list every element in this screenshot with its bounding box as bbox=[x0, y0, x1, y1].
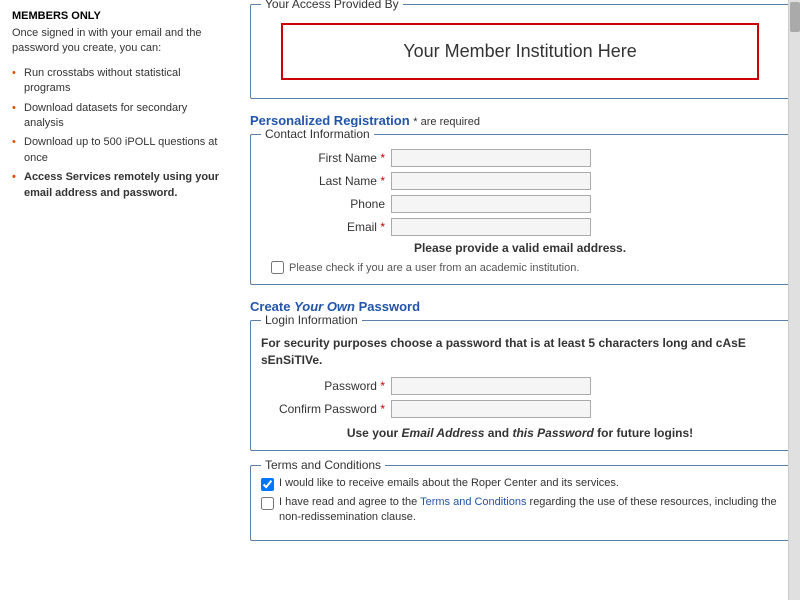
phone-input[interactable] bbox=[391, 195, 591, 213]
required-label: * are required bbox=[413, 116, 480, 128]
personalized-registration-heading: Personalized Registration * are required bbox=[250, 113, 790, 128]
personalized-reg-label: Personalized Registration bbox=[250, 113, 410, 128]
sidebar-intro: Once signed in with your email and the p… bbox=[12, 26, 228, 57]
confirm-password-label: Confirm Password * bbox=[261, 402, 391, 416]
confirm-password-row: Confirm Password * bbox=[261, 400, 779, 418]
terms-checkbox2-row: I have read and agree to the Terms and C… bbox=[261, 495, 779, 526]
list-item: Download datasets for secondary analysis bbox=[12, 100, 228, 133]
contact-info-box: Contact Information First Name * Last Na… bbox=[250, 134, 790, 285]
security-note: For security purposes choose a password … bbox=[261, 335, 779, 369]
terms-conditions-link[interactable]: Terms and Conditions bbox=[420, 496, 526, 508]
institution-name: Your Member Institution Here bbox=[281, 23, 759, 80]
sidebar: MEMBERS ONLY Once signed in with your em… bbox=[0, 0, 240, 551]
password-row: Password * bbox=[261, 377, 779, 395]
academic-checkbox[interactable] bbox=[271, 261, 284, 274]
confirm-password-input[interactable] bbox=[391, 400, 591, 418]
login-info-box: Login Information For security purposes … bbox=[250, 320, 790, 451]
email-input[interactable] bbox=[391, 218, 591, 236]
list-item: Access Services remotely using your emai… bbox=[12, 169, 228, 202]
terms-checkbox2[interactable] bbox=[261, 497, 274, 510]
sidebar-list: Run crosstabs without statistical progra… bbox=[12, 65, 228, 202]
terms-checkbox2-label: I have read and agree to the Terms and C… bbox=[279, 495, 779, 526]
academic-checkbox-label: Please check if you are a user from an a… bbox=[289, 262, 579, 274]
email-row: Email * bbox=[261, 218, 779, 236]
access-section-legend: Your Access Provided By bbox=[261, 0, 403, 11]
password-label: Password * bbox=[261, 379, 391, 393]
scrollbar-thumb[interactable] bbox=[790, 2, 800, 32]
create-password-heading: Create Your Own Password bbox=[250, 299, 790, 314]
last-name-row: Last Name * bbox=[261, 172, 779, 190]
terms-conditions-box: Terms and Conditions I would like to rec… bbox=[250, 465, 790, 541]
first-name-input[interactable] bbox=[391, 149, 591, 167]
list-item: Run crosstabs without statistical progra… bbox=[12, 65, 228, 98]
list-item: Download up to 500 iPOLL questions at on… bbox=[12, 134, 228, 167]
first-name-label: First Name * bbox=[261, 151, 391, 165]
terms-legend: Terms and Conditions bbox=[261, 458, 385, 472]
access-section: Your Access Provided By Your Member Inst… bbox=[250, 4, 790, 99]
login-info-legend: Login Information bbox=[261, 313, 362, 327]
phone-row: Phone bbox=[261, 195, 779, 213]
last-name-label: Last Name * bbox=[261, 174, 391, 188]
email-label: Email * bbox=[261, 220, 391, 234]
terms-checkbox1-label: I would like to receive emails about the… bbox=[279, 476, 619, 491]
terms-checkbox1-row: I would like to receive emails about the… bbox=[261, 476, 779, 491]
email-notice: Please provide a valid email address. bbox=[261, 241, 779, 255]
scrollbar[interactable] bbox=[788, 0, 800, 600]
academic-checkbox-row: Please check if you are a user from an a… bbox=[261, 261, 779, 274]
first-name-row: First Name * bbox=[261, 149, 779, 167]
contact-info-legend: Contact Information bbox=[261, 127, 374, 141]
last-name-input[interactable] bbox=[391, 172, 591, 190]
use-email-note: Use your Email Address and this Password… bbox=[261, 426, 779, 440]
sidebar-title: MEMBERS ONLY bbox=[12, 10, 228, 22]
password-input[interactable] bbox=[391, 377, 591, 395]
phone-label: Phone bbox=[261, 197, 391, 211]
main-content: Your Access Provided By Your Member Inst… bbox=[240, 0, 800, 551]
terms-checkbox1[interactable] bbox=[261, 478, 274, 491]
